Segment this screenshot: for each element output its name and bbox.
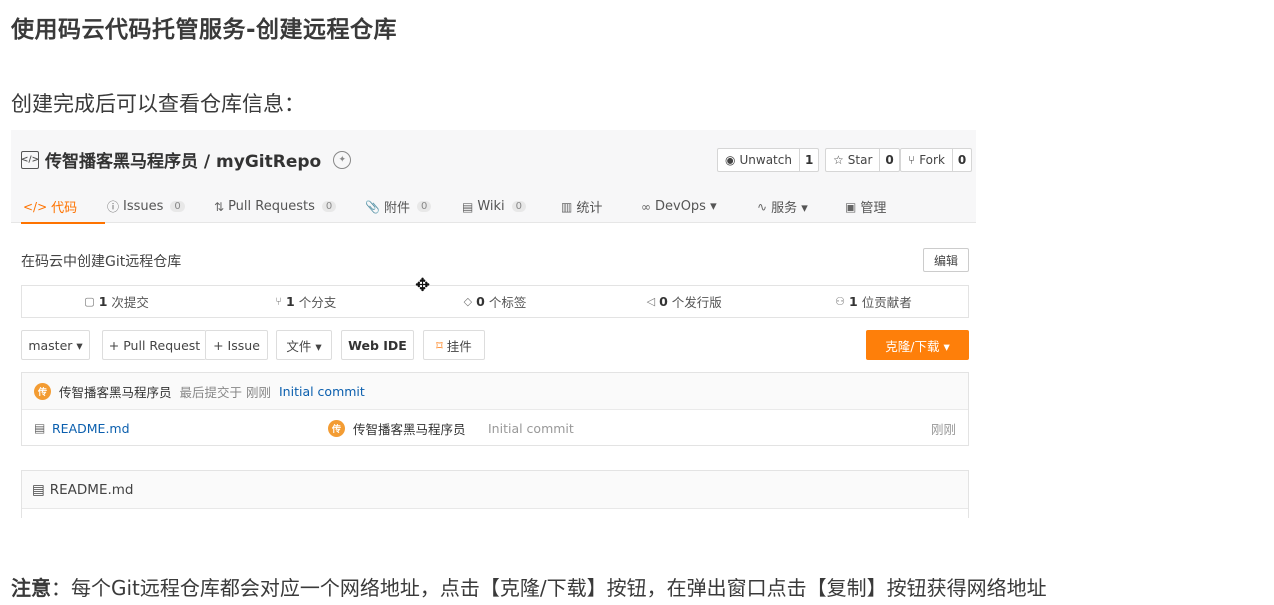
tab-attachments[interactable]: 📎 附件 0 xyxy=(363,190,460,223)
commit-panel: 传 传智播客黑马程序员 最后提交于 刚刚 Initial commit ▤ RE… xyxy=(21,372,969,446)
file-author[interactable]: 传传智播客黑马程序员 xyxy=(328,419,466,438)
manage-icon: ▣ xyxy=(845,199,857,214)
avatar: 传 xyxy=(328,419,345,437)
eye-icon: ◉ xyxy=(725,153,736,167)
commit-author[interactable]: 传智播客黑马程序员 xyxy=(59,382,172,401)
edit-description-button[interactable]: 编辑 xyxy=(923,248,969,272)
tab-issues[interactable]: ⓘ Issues 0 xyxy=(105,190,212,223)
repo-header: </> 传智播客黑马程序员 / myGitRepo ✦ ◉ Unwatch 1 ☆… xyxy=(11,130,976,224)
commit-icon: ▢ xyxy=(84,295,95,308)
wiki-icon: ▤ xyxy=(462,199,474,214)
repo-icon: </> xyxy=(21,150,39,169)
commit-meta: 最后提交于 刚刚 xyxy=(179,384,271,400)
star-icon: ☆ xyxy=(833,153,844,167)
devops-icon: ∞ xyxy=(641,199,651,214)
tab-devops[interactable]: ∞ DevOps ▾ xyxy=(639,190,755,223)
tab-services[interactable]: ∿ 服务 ▾ xyxy=(755,190,843,223)
clone-download-button[interactable]: 克隆/下载 ▾ xyxy=(866,330,969,360)
readme-icon: ▤ xyxy=(32,481,45,498)
gitee-repo-screenshot: </> 传智播客黑马程序员 / myGitRepo ✦ ◉ Unwatch 1 ☆… xyxy=(11,130,976,518)
new-issue-button[interactable]: + Issue xyxy=(205,330,268,360)
file-commit-message[interactable]: Initial commit xyxy=(488,421,574,436)
pull-request-icon: ⇅ xyxy=(214,199,225,214)
tab-stats[interactable]: ▥ 统计 xyxy=(559,190,639,223)
branch-select[interactable]: master ▾ xyxy=(21,330,90,360)
slide-subtitle: 创建完成后可以查看仓库信息： xyxy=(11,92,305,116)
widget-button[interactable]: ⌑ 挂件 xyxy=(423,330,485,360)
fork-icon: ⑂ xyxy=(908,153,916,167)
slide-title: 使用码云代码托管服务-创建远程仓库 xyxy=(11,17,398,43)
list-item: ▤ README.md 传传智播客黑马程序员 Initial commit 刚刚 xyxy=(22,410,968,446)
attachment-icon: 📎 xyxy=(365,199,380,214)
new-pull-request-button[interactable]: + Pull Request xyxy=(102,330,206,360)
release-icon: ◁ xyxy=(646,295,656,308)
badge-icon[interactable]: ✦ xyxy=(333,150,352,169)
branch-icon: ⑂ xyxy=(275,295,282,308)
web-ide-button[interactable]: Web IDE xyxy=(341,330,414,360)
unwatch-button[interactable]: ◉ Unwatch 1 xyxy=(717,148,820,172)
latest-commit: 传 传智播客黑马程序员 最后提交于 刚刚 Initial commit xyxy=(22,373,968,410)
bookmark-icon: ⌑ xyxy=(436,337,443,353)
stat-releases[interactable]: ◁ 0 个发行版 xyxy=(590,286,779,317)
tag-icon: ◇ xyxy=(463,295,473,308)
repo-stats-bar: ▢ 1 次提交 ⑂ 1 个分支 ◇ 0 个标签 ◁ 0 个发行版 ⚇ 1 位贡献者 xyxy=(21,285,969,318)
stat-commits[interactable]: ▢ 1 次提交 xyxy=(22,286,211,317)
repo-tabs: </> 代码 ⓘ Issues 0 ⇅ Pull Requests 0 📎 附件 0 ▤ Wik… xyxy=(21,190,913,224)
readme-panel: ▤ README.md xyxy=(21,470,969,518)
star-button[interactable]: ☆ Star 0 xyxy=(825,148,900,172)
file-name-link[interactable]: README.md xyxy=(52,421,130,436)
slide-note: 注意：每个Git远程仓库都会对应一个网络地址，点击【克隆/下载】按钮，在弹出窗口… xyxy=(11,576,1047,600)
move-cursor-icon: ✥ xyxy=(415,275,431,296)
tab-wiki[interactable]: ▤ Wiki 0 xyxy=(460,190,559,223)
stat-branches[interactable]: ⑂ 1 个分支 xyxy=(211,286,400,317)
commit-message[interactable]: Initial commit xyxy=(279,384,365,399)
tab-code[interactable]: </> 代码 xyxy=(21,190,105,224)
code-icon: </> xyxy=(23,199,48,214)
repo-title[interactable]: 传智播客黑马程序员 / myGitRepo xyxy=(45,147,321,172)
files-dropdown[interactable]: 文件 ▾ xyxy=(276,330,332,360)
stats-icon: ▥ xyxy=(561,199,573,214)
tab-manage[interactable]: ▣ 管理 xyxy=(843,190,913,223)
services-icon: ∿ xyxy=(757,199,768,214)
avatar[interactable]: 传 xyxy=(34,382,51,400)
issues-icon: ⓘ xyxy=(107,200,120,214)
contributor-icon: ⚇ xyxy=(835,295,845,308)
tab-pull-requests[interactable]: ⇅ Pull Requests 0 xyxy=(212,190,363,223)
readme-title: README.md xyxy=(49,481,134,498)
fork-button[interactable]: ⑂ Fork 0 xyxy=(900,148,973,172)
file-time: 刚刚 xyxy=(930,421,956,437)
file-icon: ▤ xyxy=(34,421,46,435)
repo-description: 在码云中创建Git远程仓库 xyxy=(21,254,182,270)
stat-contributors[interactable]: ⚇ 1 位贡献者 xyxy=(779,286,968,317)
